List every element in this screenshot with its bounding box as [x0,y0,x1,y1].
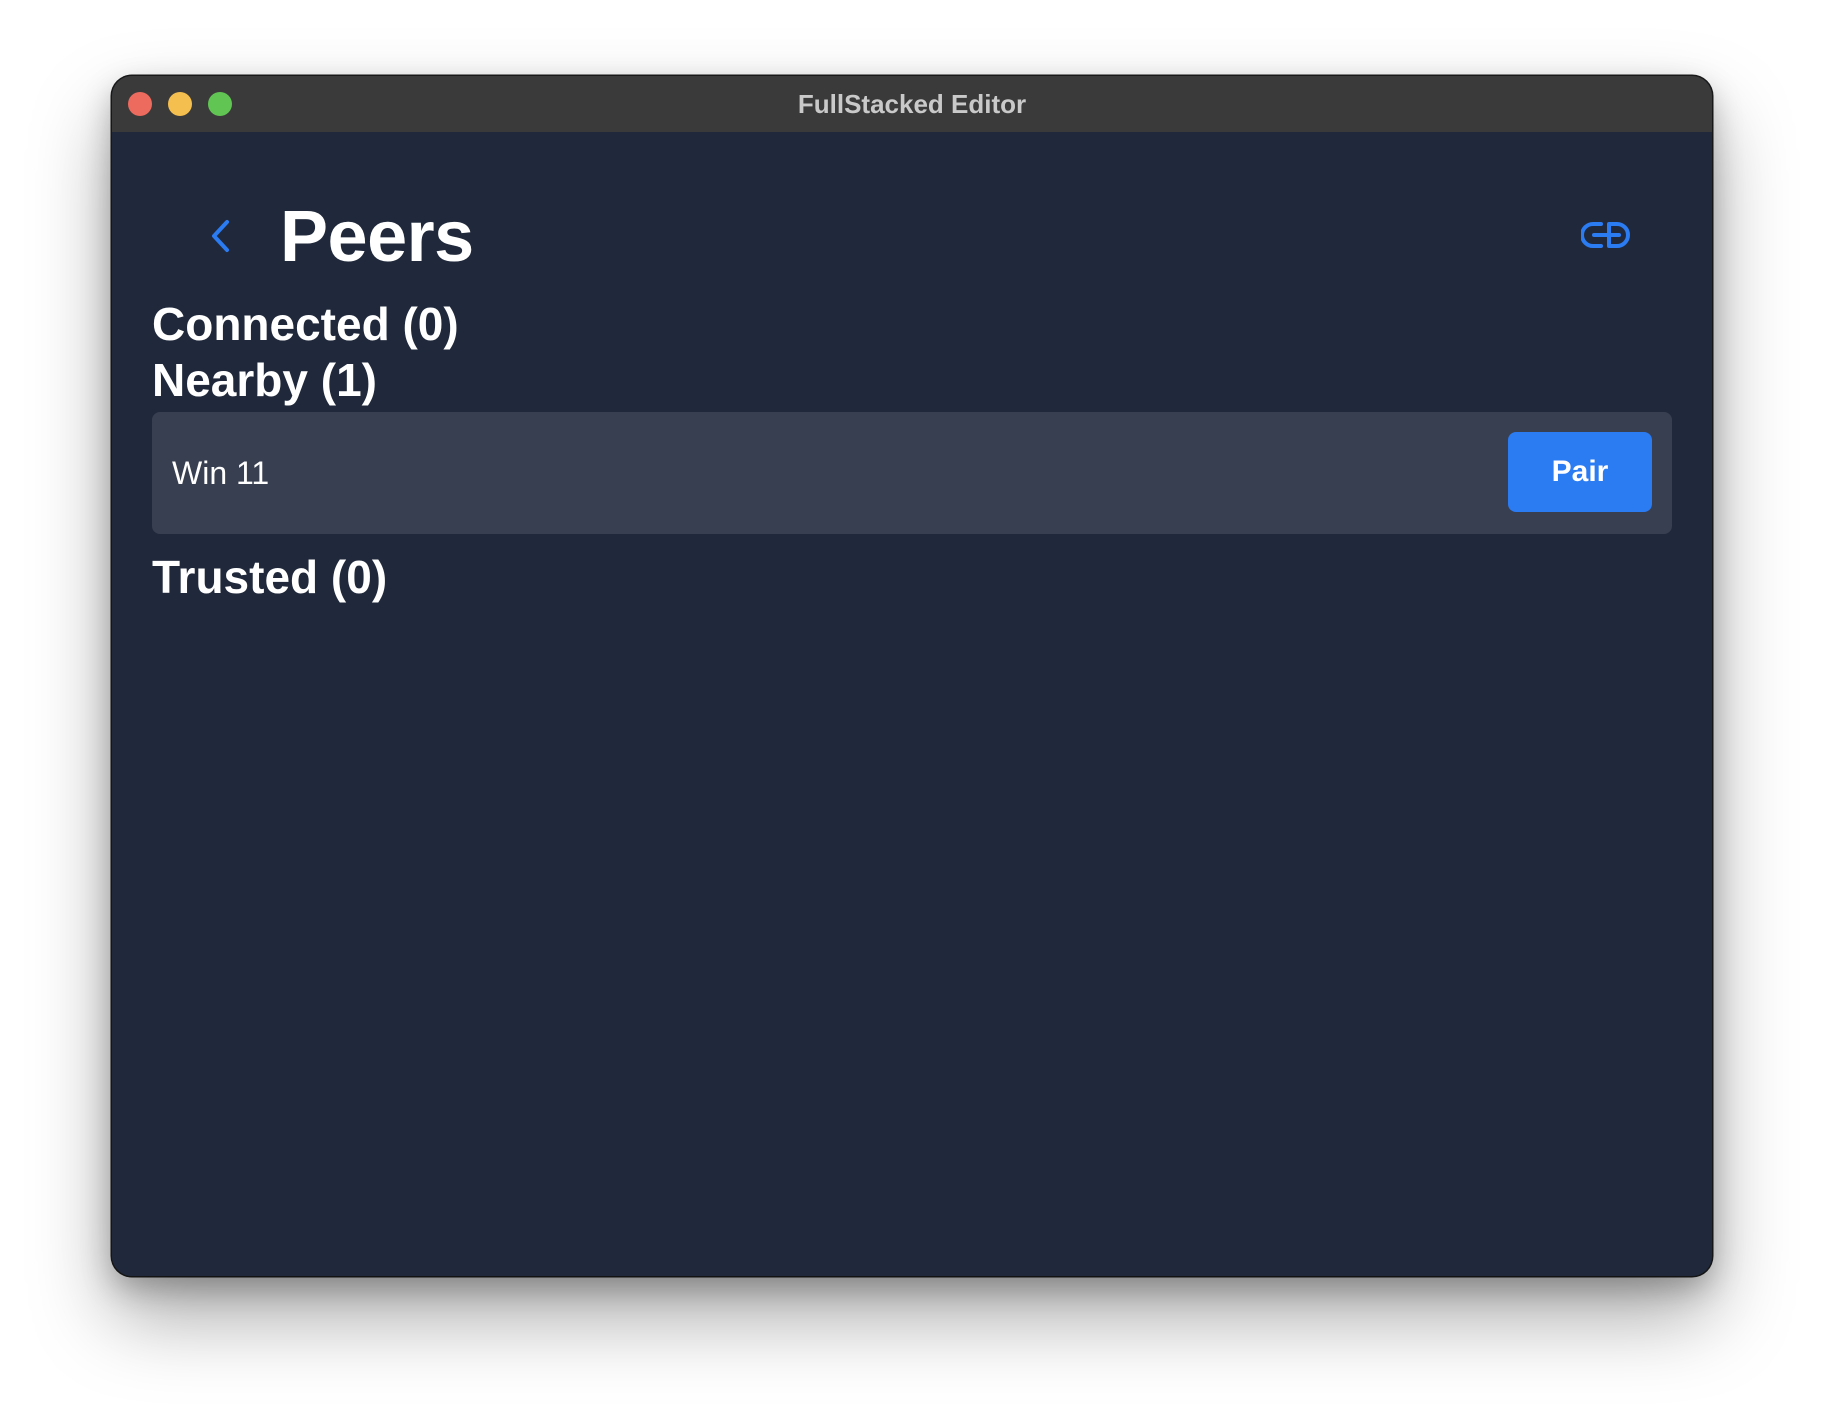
connected-heading: Connected (0) [152,298,459,350]
window-title: FullStacked Editor [797,89,1027,119]
nearby-peer-row: Win 11 Pair [152,412,1672,534]
chevron-left-icon [212,220,229,252]
page-title: Peers [280,197,474,277]
link-icon [1581,222,1630,248]
title-bar: FullStacked Editor [112,76,1712,133]
pair-button[interactable]: Pair [1508,432,1652,512]
trusted-heading: Trusted (0) [152,551,388,603]
app-window: FullStacked Editor Peers Connected (0) N… [112,76,1712,1276]
link-peer-button[interactable] [1578,212,1634,258]
peers-page: Peers Connected (0) Nearby (1) Win 11 Pa… [112,132,1712,1276]
peer-name: Win 11 [172,455,270,491]
nearby-heading: Nearby (1) [152,354,377,406]
back-button[interactable] [200,210,242,262]
